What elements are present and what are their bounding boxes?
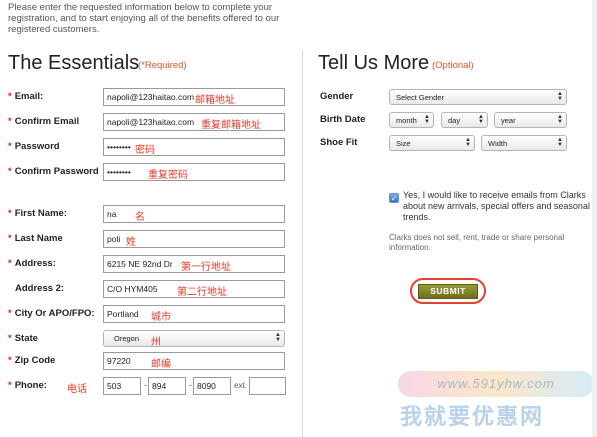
last-name-label: * Last Name xyxy=(8,233,63,244)
password-annotation: 密码 xyxy=(135,145,155,156)
city-field[interactable]: Portland xyxy=(103,305,285,323)
phone-dash-2: - xyxy=(189,380,192,390)
more-optional-note: (Optional) xyxy=(432,60,474,71)
phone-annotation: 电话 xyxy=(67,384,87,395)
intro-text: Please enter the requested information b… xyxy=(8,2,280,35)
first-name-label: * First Name: xyxy=(8,208,67,219)
city-label: * City Or APO/FPO: xyxy=(8,308,95,319)
phone-area-field[interactable]: 503 xyxy=(103,377,141,395)
select-arrows-icon: ▲ ▼ xyxy=(557,137,563,148)
privacy-disclaimer: Clarks does not sell, rent, trade or sha… xyxy=(389,233,565,252)
password-label: * Password xyxy=(8,141,60,152)
select-arrows-icon: ▲ ▼ xyxy=(557,114,563,125)
password-field[interactable]: •••••••• xyxy=(103,138,285,156)
address2-label: Address 2: xyxy=(15,283,65,294)
zip-field[interactable]: 97220 xyxy=(103,352,285,370)
state-select[interactable]: Oregon ▲ ▼ xyxy=(103,330,285,347)
address-annotation: 第一行地址 xyxy=(181,262,231,273)
phone-dash-1: - xyxy=(144,380,147,390)
state-annotation: 州 xyxy=(151,337,161,348)
birth-year-select[interactable]: year ▲ ▼ xyxy=(494,112,567,128)
shoe-fit-label: Shoe Fit xyxy=(320,137,358,148)
phone-label: * Phone: xyxy=(8,380,47,391)
first-name-field[interactable]: na xyxy=(103,205,285,223)
confirm-password-label: * Confirm Password xyxy=(8,166,99,177)
phone-prefix-field[interactable]: 894 xyxy=(148,377,186,395)
birth-date-label: Birth Date xyxy=(320,114,366,125)
confirm-email-annotation: 重复邮箱地址 xyxy=(201,120,261,131)
email-field[interactable]: napoli@123haitao.com xyxy=(103,88,285,106)
gender-select[interactable]: Select Gender ▲ ▼ xyxy=(389,89,567,105)
watermark-logo: 我就要优惠网 xyxy=(400,404,545,429)
select-arrows-icon: ▲ ▼ xyxy=(478,114,484,125)
ext-field[interactable] xyxy=(249,377,286,395)
zip-annotation: 邮编 xyxy=(151,359,171,370)
submit-button[interactable]: SUBMIT xyxy=(418,284,478,299)
city-annotation: 城市 xyxy=(151,312,171,323)
confirm-password-annotation: 重复密码 xyxy=(148,170,188,181)
more-title: Tell Us More xyxy=(318,52,430,74)
submit-highlight-ring: SUBMIT xyxy=(410,278,486,304)
email-annotation: 邮箱地址 xyxy=(195,95,235,106)
page-edge xyxy=(592,0,597,437)
first-name-annotation: 名 xyxy=(135,212,145,223)
phone-line-field[interactable]: 8090 xyxy=(193,377,231,395)
confirm-email-label: * Confirm Email xyxy=(8,116,80,127)
birth-month-select[interactable]: month ▲ ▼ xyxy=(389,112,434,128)
select-arrows-icon: ▲ ▼ xyxy=(465,137,471,148)
address-label: * Address: xyxy=(8,258,56,269)
column-divider xyxy=(302,50,303,437)
watermark-url: www.591yhw.com xyxy=(398,371,594,397)
gender-label: Gender xyxy=(320,91,354,102)
newsletter-text: Yes, I would like to receive emails from… xyxy=(403,190,590,222)
essentials-required-note: (*Required) xyxy=(138,60,187,71)
address2-annotation: 第二行地址 xyxy=(177,287,227,298)
checkmark-icon: ✓ xyxy=(390,194,398,203)
last-name-annotation: 姓 xyxy=(126,237,136,248)
essentials-title: The Essentials xyxy=(8,52,140,74)
email-label: * Email: xyxy=(8,91,44,102)
select-arrows-icon: ▲ ▼ xyxy=(424,114,430,125)
ext-label: ext. xyxy=(234,381,247,390)
select-arrows-icon: ▲ ▼ xyxy=(557,91,563,102)
birth-day-select[interactable]: day ▲ ▼ xyxy=(441,112,488,128)
select-arrows-icon: ▲ ▼ xyxy=(275,332,281,343)
shoe-size-select[interactable]: Size ▲ ▼ xyxy=(389,135,475,151)
shoe-width-select[interactable]: Width ▲ ▼ xyxy=(481,135,567,151)
zip-label: * Zip Code xyxy=(8,355,56,366)
confirm-password-field[interactable]: •••••••• xyxy=(103,163,285,181)
state-label: * State xyxy=(8,333,38,344)
newsletter-checkbox[interactable]: ✓ xyxy=(389,193,399,203)
